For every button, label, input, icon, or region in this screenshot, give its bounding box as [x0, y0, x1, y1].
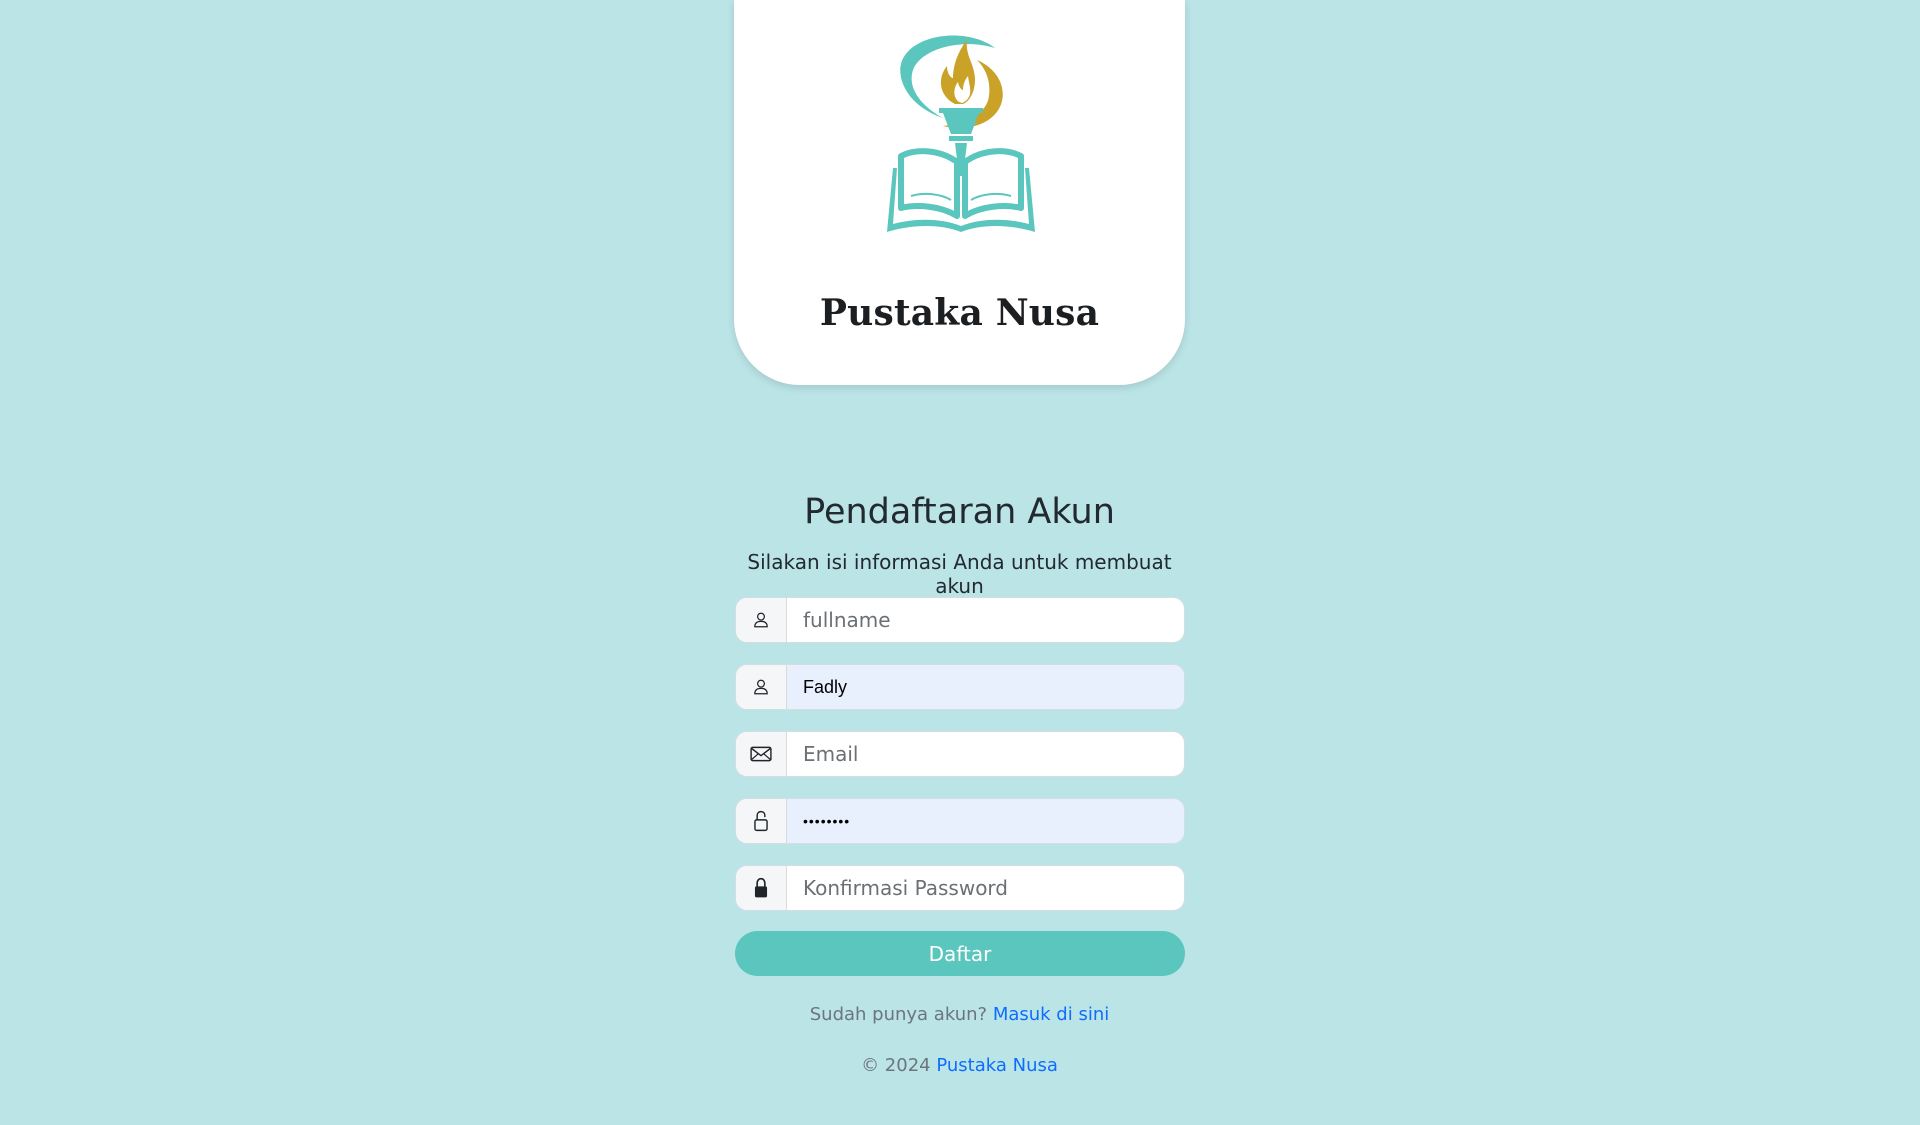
username-addon [736, 665, 787, 709]
login-link[interactable]: Masuk di sini [993, 1004, 1109, 1025]
email-field-group [735, 731, 1185, 777]
brand-title: Pustaka Nusa [819, 292, 1100, 334]
username-field-group [735, 664, 1185, 710]
login-prompt-text: Sudah punya akun? [809, 1004, 988, 1025]
footer-copyright: © 2024 [861, 1055, 931, 1076]
lock-icon [754, 877, 768, 898]
torch-book-logo-icon [887, 35, 1035, 232]
fullname-addon [736, 598, 787, 642]
email-addon [736, 732, 787, 776]
password-input[interactable] [787, 799, 1184, 843]
fullname-input[interactable] [787, 598, 1184, 642]
person-icon [754, 612, 768, 628]
username-input[interactable] [787, 665, 1184, 709]
confirm-password-input[interactable] [787, 866, 1184, 910]
confirm-password-field-group [735, 865, 1185, 911]
confirm-password-addon [736, 866, 787, 910]
person-icon [754, 679, 768, 695]
footer: © 2024 Pustaka Nusa [734, 1055, 1185, 1076]
login-prompt: Sudah punya akun? Masuk di sini [734, 1004, 1185, 1025]
form-subtitle: Silakan isi informasi Anda untuk membuat… [747, 550, 1172, 598]
email-input[interactable] [787, 732, 1184, 776]
daftar-button[interactable]: Daftar [735, 931, 1185, 976]
fullname-field-group [735, 597, 1185, 643]
unlock-icon [754, 810, 768, 832]
footer-brand-link[interactable]: Pustaka Nusa [936, 1055, 1058, 1076]
envelope-icon [750, 746, 772, 762]
password-field-group [735, 798, 1185, 844]
logo-card: Pustaka Nusa [734, 0, 1185, 385]
password-addon [736, 799, 787, 843]
form-heading: Pendaftaran Akun [804, 492, 1115, 532]
